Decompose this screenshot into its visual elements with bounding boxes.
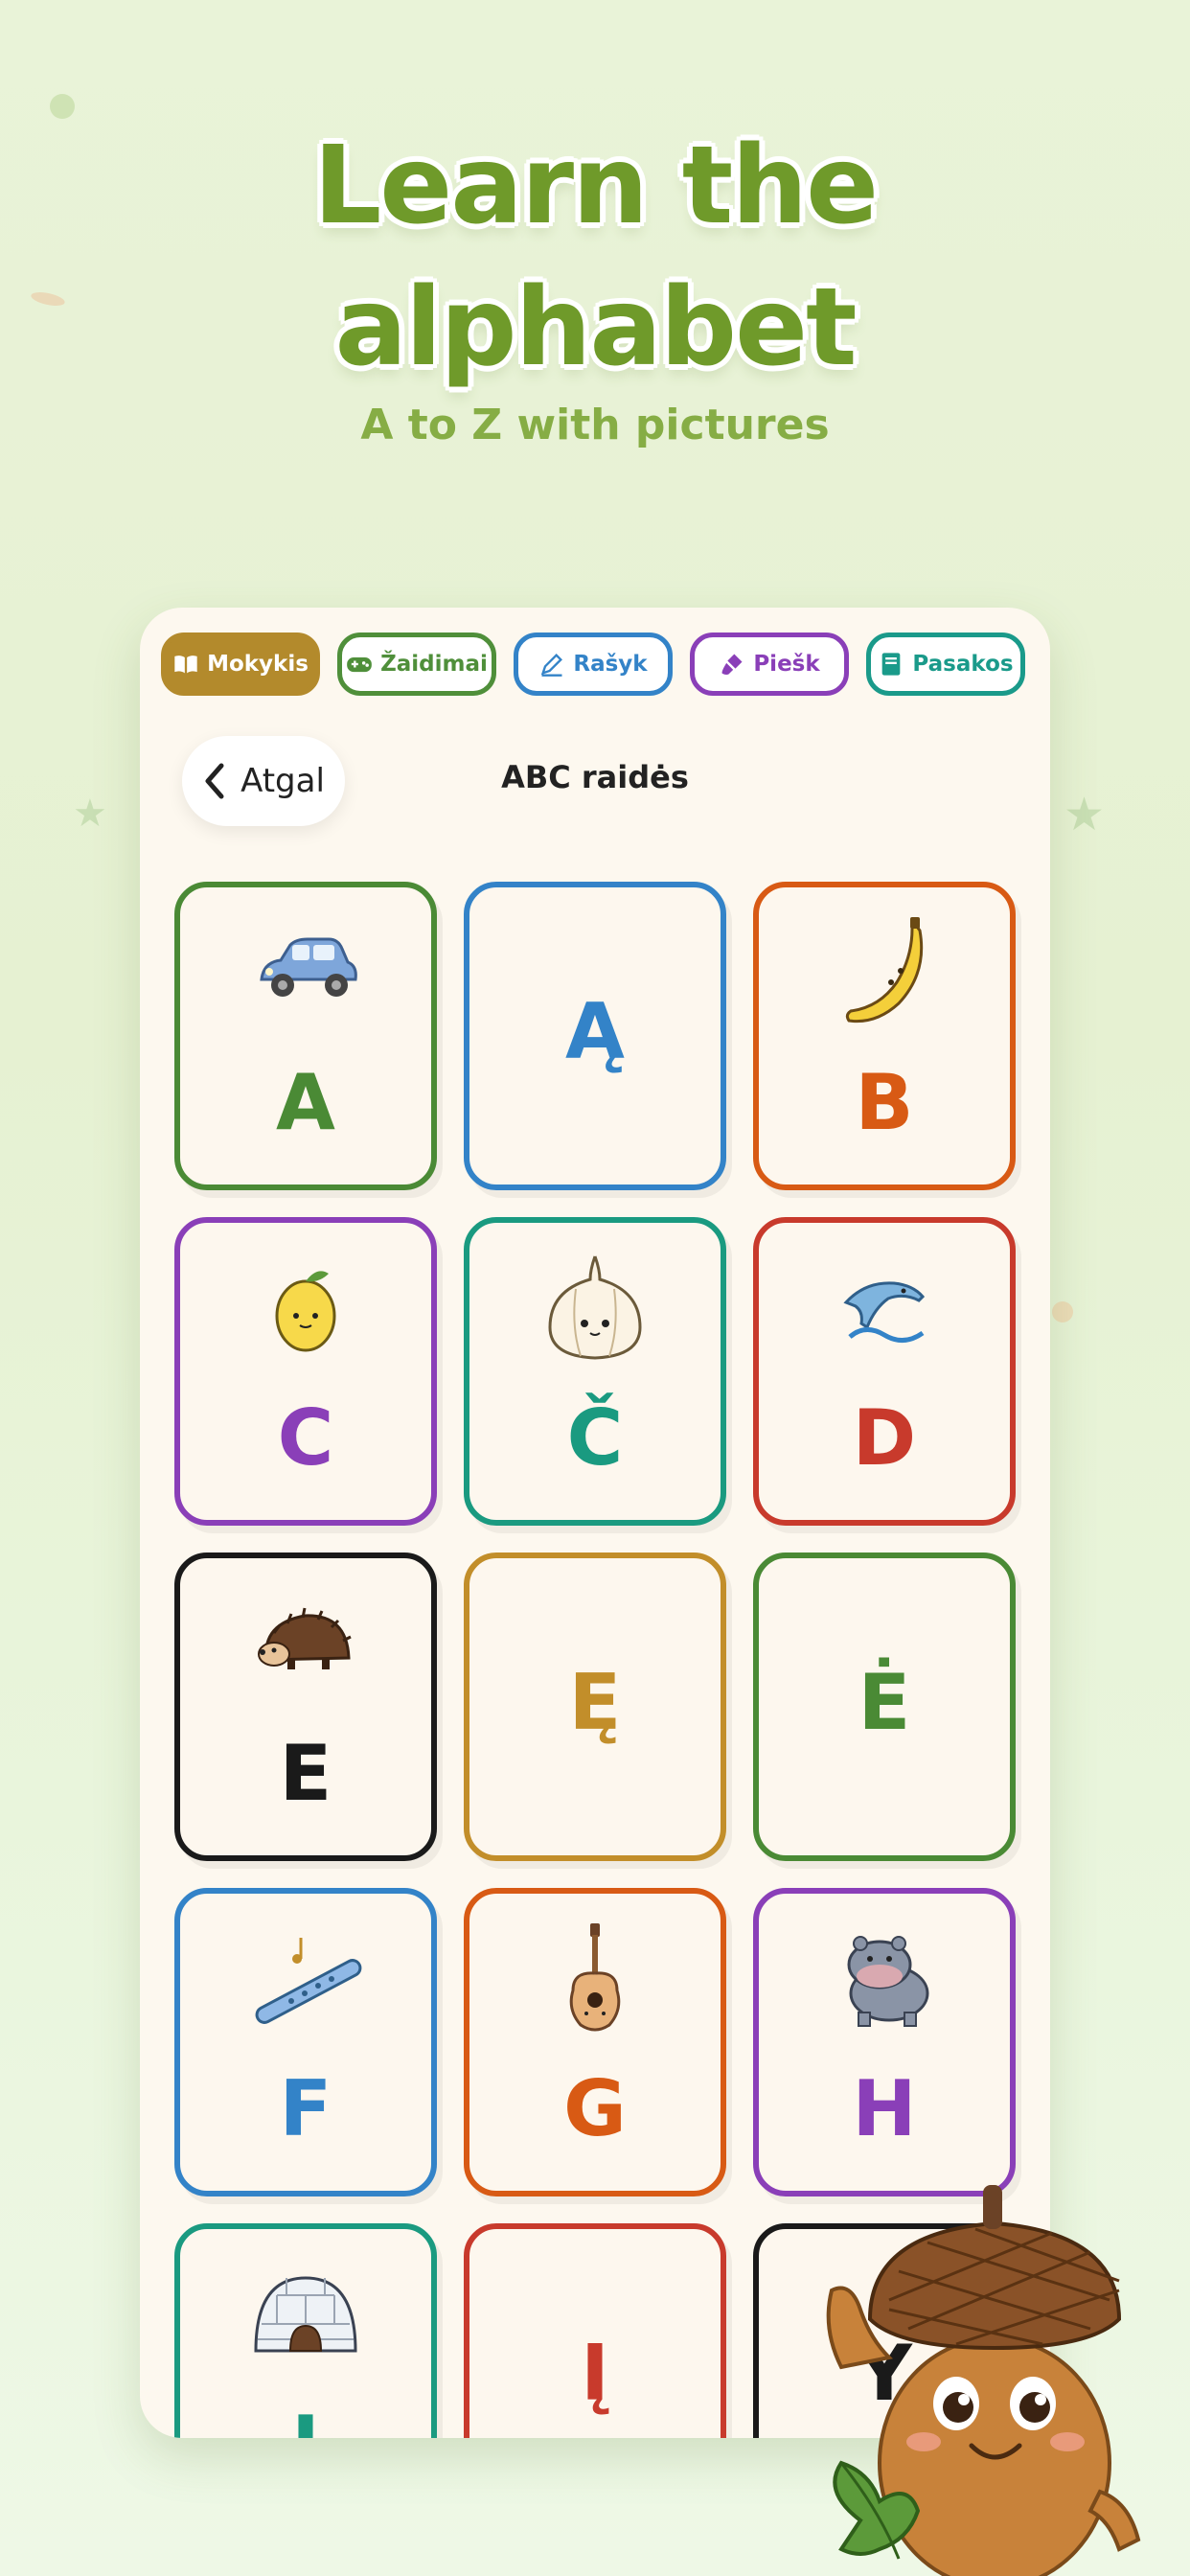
letter-label: Į (581, 2329, 609, 2418)
letter-label: E (279, 1729, 332, 1818)
letter-label: H (852, 2064, 917, 2153)
gamepad-icon (347, 657, 372, 673)
letter-card-e-dot[interactable]: Ė (753, 1552, 1016, 1861)
letter-label: Č (566, 1393, 624, 1483)
acorn-mascot-icon (826, 2185, 1141, 2576)
tab-zaidimai[interactable]: Žaidimai (337, 632, 496, 696)
lemon-icon (275, 1271, 336, 1352)
dolphin-icon (843, 1281, 926, 1343)
letter-card-a-ogonek[interactable]: Ą (464, 882, 726, 1190)
letter-card-e-ogonek[interactable]: Ę (464, 1552, 726, 1861)
letter-label: Ą (565, 987, 625, 1076)
hedgehog-icon (258, 1607, 352, 1669)
brush-icon (721, 654, 743, 675)
tab-bar: Mokykis Žaidimai Rašyk Piešk Pasakos (161, 632, 1029, 702)
letter-label: A (276, 1058, 335, 1147)
flute-icon (255, 1938, 362, 2024)
letter-label: D (852, 1393, 917, 1483)
garlic-icon (548, 1255, 642, 1360)
banana-icon (845, 917, 924, 1024)
tab-label: Pasakos (912, 652, 1014, 677)
letter-card-e[interactable]: E (174, 1552, 437, 1861)
hero-title: Learn the alphabet (312, 124, 879, 390)
letter-label: G (563, 2064, 627, 2153)
letter-card-i-ogonek[interactable]: Į (464, 2223, 726, 2438)
tab-label: Žaidimai (380, 652, 488, 677)
letter-card-a[interactable]: A (174, 882, 437, 1190)
screen-title: ABC raidės (501, 759, 689, 795)
tab-label: Rašyk (573, 652, 648, 677)
letter-label: C (277, 1393, 334, 1483)
letter-card-h[interactable]: H (753, 1888, 1016, 2196)
letter-label: F (279, 2064, 332, 2153)
tab-pasakos[interactable]: Pasakos (866, 632, 1025, 696)
letter-card-g[interactable]: G (464, 1888, 726, 2196)
letter-label: Ę (568, 1658, 622, 1747)
tab-label: Piešk (753, 652, 820, 677)
letter-card-i[interactable]: I (174, 2223, 437, 2438)
background-dot (1052, 1301, 1073, 1322)
tab-label: Mokykis (207, 652, 309, 677)
letter-label: I (180, 2400, 431, 2438)
tab-rasyk[interactable]: Rašyk (514, 632, 673, 696)
hero-subtitle: A to Z with pictures (360, 401, 830, 449)
letter-label: Ė (858, 1658, 911, 1747)
letter-card-d[interactable]: D (753, 1217, 1016, 1526)
star-icon: ★ (73, 792, 107, 836)
storybook-icon (882, 653, 901, 676)
letter-card-c-caron[interactable]: Č (464, 1217, 726, 1526)
letter-label: B (855, 1058, 914, 1147)
letter-card-f[interactable]: F (174, 1888, 437, 2196)
pencil-icon (541, 654, 563, 677)
car-icon (260, 937, 357, 997)
letter-card-b[interactable]: B (753, 882, 1016, 1190)
tab-piesk[interactable]: Piešk (690, 632, 849, 696)
app-screen: Mokykis Žaidimai Rašyk Piešk Pasakos Atg… (140, 608, 1050, 2438)
letter-card-c[interactable]: C (174, 1217, 437, 1526)
guitar-icon (569, 1923, 621, 2032)
tab-mokykis[interactable]: Mokykis (161, 632, 320, 696)
star-icon: ★ (1064, 788, 1106, 841)
hippo-icon (847, 1936, 929, 2027)
book-icon (174, 656, 197, 674)
igloo-icon (254, 2276, 357, 2353)
